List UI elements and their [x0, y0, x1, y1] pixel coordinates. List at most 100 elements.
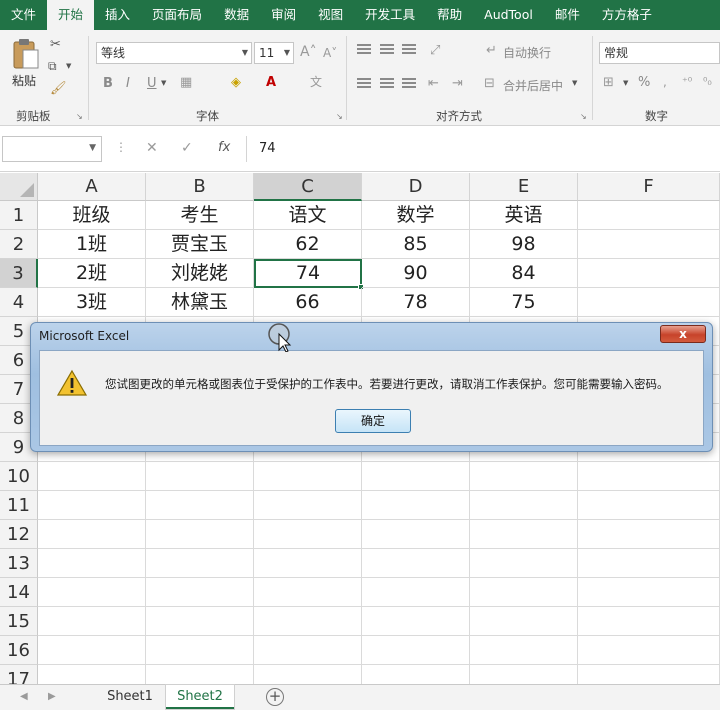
- grid-cell[interactable]: [254, 491, 362, 520]
- grid-cell[interactable]: [578, 607, 720, 636]
- grid-cell[interactable]: [254, 462, 362, 491]
- tab-insert[interactable]: 插入: [94, 0, 141, 30]
- grid-cell[interactable]: [578, 549, 720, 578]
- grid-cell[interactable]: [578, 491, 720, 520]
- grid-cell[interactable]: 考生: [146, 201, 254, 230]
- decrease-font-icon[interactable]: A˅: [323, 47, 337, 59]
- grid-cell[interactable]: [362, 607, 470, 636]
- tab-audtool[interactable]: AudTool: [473, 0, 544, 30]
- bold-button[interactable]: B: [103, 77, 113, 90]
- grid-cell[interactable]: [38, 462, 146, 491]
- grid-cell[interactable]: [254, 520, 362, 549]
- grid-cell[interactable]: [470, 549, 578, 578]
- chevron-left-icon[interactable]: ◀: [20, 691, 28, 702]
- merge-center-icon[interactable]: ⊟: [484, 77, 495, 90]
- grid-cell[interactable]: [578, 520, 720, 549]
- row-header-1[interactable]: 1: [0, 201, 38, 230]
- row-header-11[interactable]: 11: [0, 491, 38, 520]
- grid-cell[interactable]: [146, 607, 254, 636]
- wrap-text-button[interactable]: 自动换行: [503, 44, 551, 61]
- chevron-down-icon[interactable]: ▼: [623, 80, 628, 87]
- grid-cell[interactable]: 84: [470, 259, 578, 288]
- row-header-4[interactable]: 4: [0, 288, 38, 317]
- row-header-14[interactable]: 14: [0, 578, 38, 607]
- grid-cell[interactable]: [146, 491, 254, 520]
- ok-button[interactable]: 确定: [335, 409, 411, 433]
- close-button[interactable]: x: [660, 325, 706, 343]
- grid-cell[interactable]: [362, 578, 470, 607]
- row-header-2[interactable]: 2: [0, 230, 38, 259]
- grid-cell[interactable]: [146, 462, 254, 491]
- row-header-16[interactable]: 16: [0, 636, 38, 665]
- align-center-icon[interactable]: [380, 78, 394, 90]
- grid-cell[interactable]: [38, 520, 146, 549]
- grid-cell[interactable]: 85: [362, 230, 470, 259]
- row-header-13[interactable]: 13: [0, 549, 38, 578]
- grid-cell[interactable]: [362, 549, 470, 578]
- grid-cell[interactable]: [578, 462, 720, 491]
- increase-decimal-icon[interactable]: ⁺⁰: [682, 76, 692, 87]
- grid-cell[interactable]: [470, 607, 578, 636]
- insert-function-icon[interactable]: fx: [218, 140, 230, 155]
- grid-cell[interactable]: 98: [470, 230, 578, 259]
- grid-cell[interactable]: 林黛玉: [146, 288, 254, 317]
- underline-button[interactable]: U: [147, 77, 157, 90]
- grid-cell[interactable]: 班级: [38, 201, 146, 230]
- grid-cell[interactable]: [470, 491, 578, 520]
- percent-button[interactable]: %: [638, 76, 650, 89]
- align-left-icon[interactable]: [357, 78, 371, 90]
- grid-cell[interactable]: 语文: [254, 201, 362, 230]
- paste-label[interactable]: 粘贴: [12, 72, 36, 89]
- grid-cell[interactable]: [38, 549, 146, 578]
- sheet-tab-sheet2[interactable]: Sheet2: [166, 685, 234, 709]
- confirm-edit-icon[interactable]: ✓: [181, 140, 193, 156]
- increase-indent-icon[interactable]: ⇥: [452, 77, 463, 90]
- column-header-c[interactable]: C: [254, 173, 362, 201]
- align-right-icon[interactable]: [402, 78, 416, 90]
- formula-input[interactable]: 74: [246, 136, 720, 162]
- grid-cell[interactable]: [362, 636, 470, 665]
- grid-cell[interactable]: [578, 259, 720, 288]
- grid-cell[interactable]: [470, 636, 578, 665]
- font-name-combo[interactable]: 等线 ▼: [96, 42, 252, 64]
- grid-cell[interactable]: 数学: [362, 201, 470, 230]
- grid-cell[interactable]: 90: [362, 259, 470, 288]
- grid-cell[interactable]: 2班: [38, 259, 146, 288]
- align-top-icon[interactable]: [357, 44, 371, 56]
- italic-button[interactable]: I: [126, 77, 130, 90]
- comma-style-icon[interactable]: ,: [663, 76, 667, 88]
- grid-cell[interactable]: 75: [470, 288, 578, 317]
- grid-cell[interactable]: [362, 462, 470, 491]
- column-header-f[interactable]: F: [578, 173, 720, 201]
- column-header-b[interactable]: B: [146, 173, 254, 201]
- grid-cell[interactable]: [578, 201, 720, 230]
- grid-cell[interactable]: [38, 578, 146, 607]
- grid-cell[interactable]: [470, 520, 578, 549]
- paste-icon[interactable]: [12, 38, 40, 70]
- grid-cell[interactable]: [254, 636, 362, 665]
- tab-home[interactable]: 开始: [47, 0, 95, 30]
- grid-cell[interactable]: [38, 491, 146, 520]
- grid-cell[interactable]: [38, 607, 146, 636]
- column-header-e[interactable]: E: [470, 173, 578, 201]
- font-color-icon[interactable]: A: [266, 76, 276, 89]
- grid-cell[interactable]: [146, 520, 254, 549]
- chevron-down-icon[interactable]: ▼: [161, 80, 166, 87]
- name-box[interactable]: ▼: [2, 136, 102, 162]
- grid-cell[interactable]: [362, 520, 470, 549]
- alignment-launcher-icon[interactable]: ↘: [580, 112, 587, 121]
- grid-cell[interactable]: [470, 462, 578, 491]
- currency-icon[interactable]: ⊞: [603, 76, 614, 89]
- select-all-corner[interactable]: [0, 173, 38, 201]
- tab-review[interactable]: 审阅: [260, 0, 307, 30]
- grid-cell[interactable]: 66: [254, 288, 362, 317]
- tab-fangfang[interactable]: 方方格子: [591, 0, 663, 30]
- border-icon[interactable]: ▦: [180, 76, 192, 89]
- tab-view[interactable]: 视图: [307, 0, 354, 30]
- grid-cell[interactable]: 3班: [38, 288, 146, 317]
- grid-cell[interactable]: [146, 549, 254, 578]
- grid-cell[interactable]: [146, 636, 254, 665]
- align-bottom-icon[interactable]: [402, 44, 416, 56]
- increase-font-icon[interactable]: A˄: [300, 45, 317, 59]
- chevron-right-icon[interactable]: ▶: [48, 691, 56, 702]
